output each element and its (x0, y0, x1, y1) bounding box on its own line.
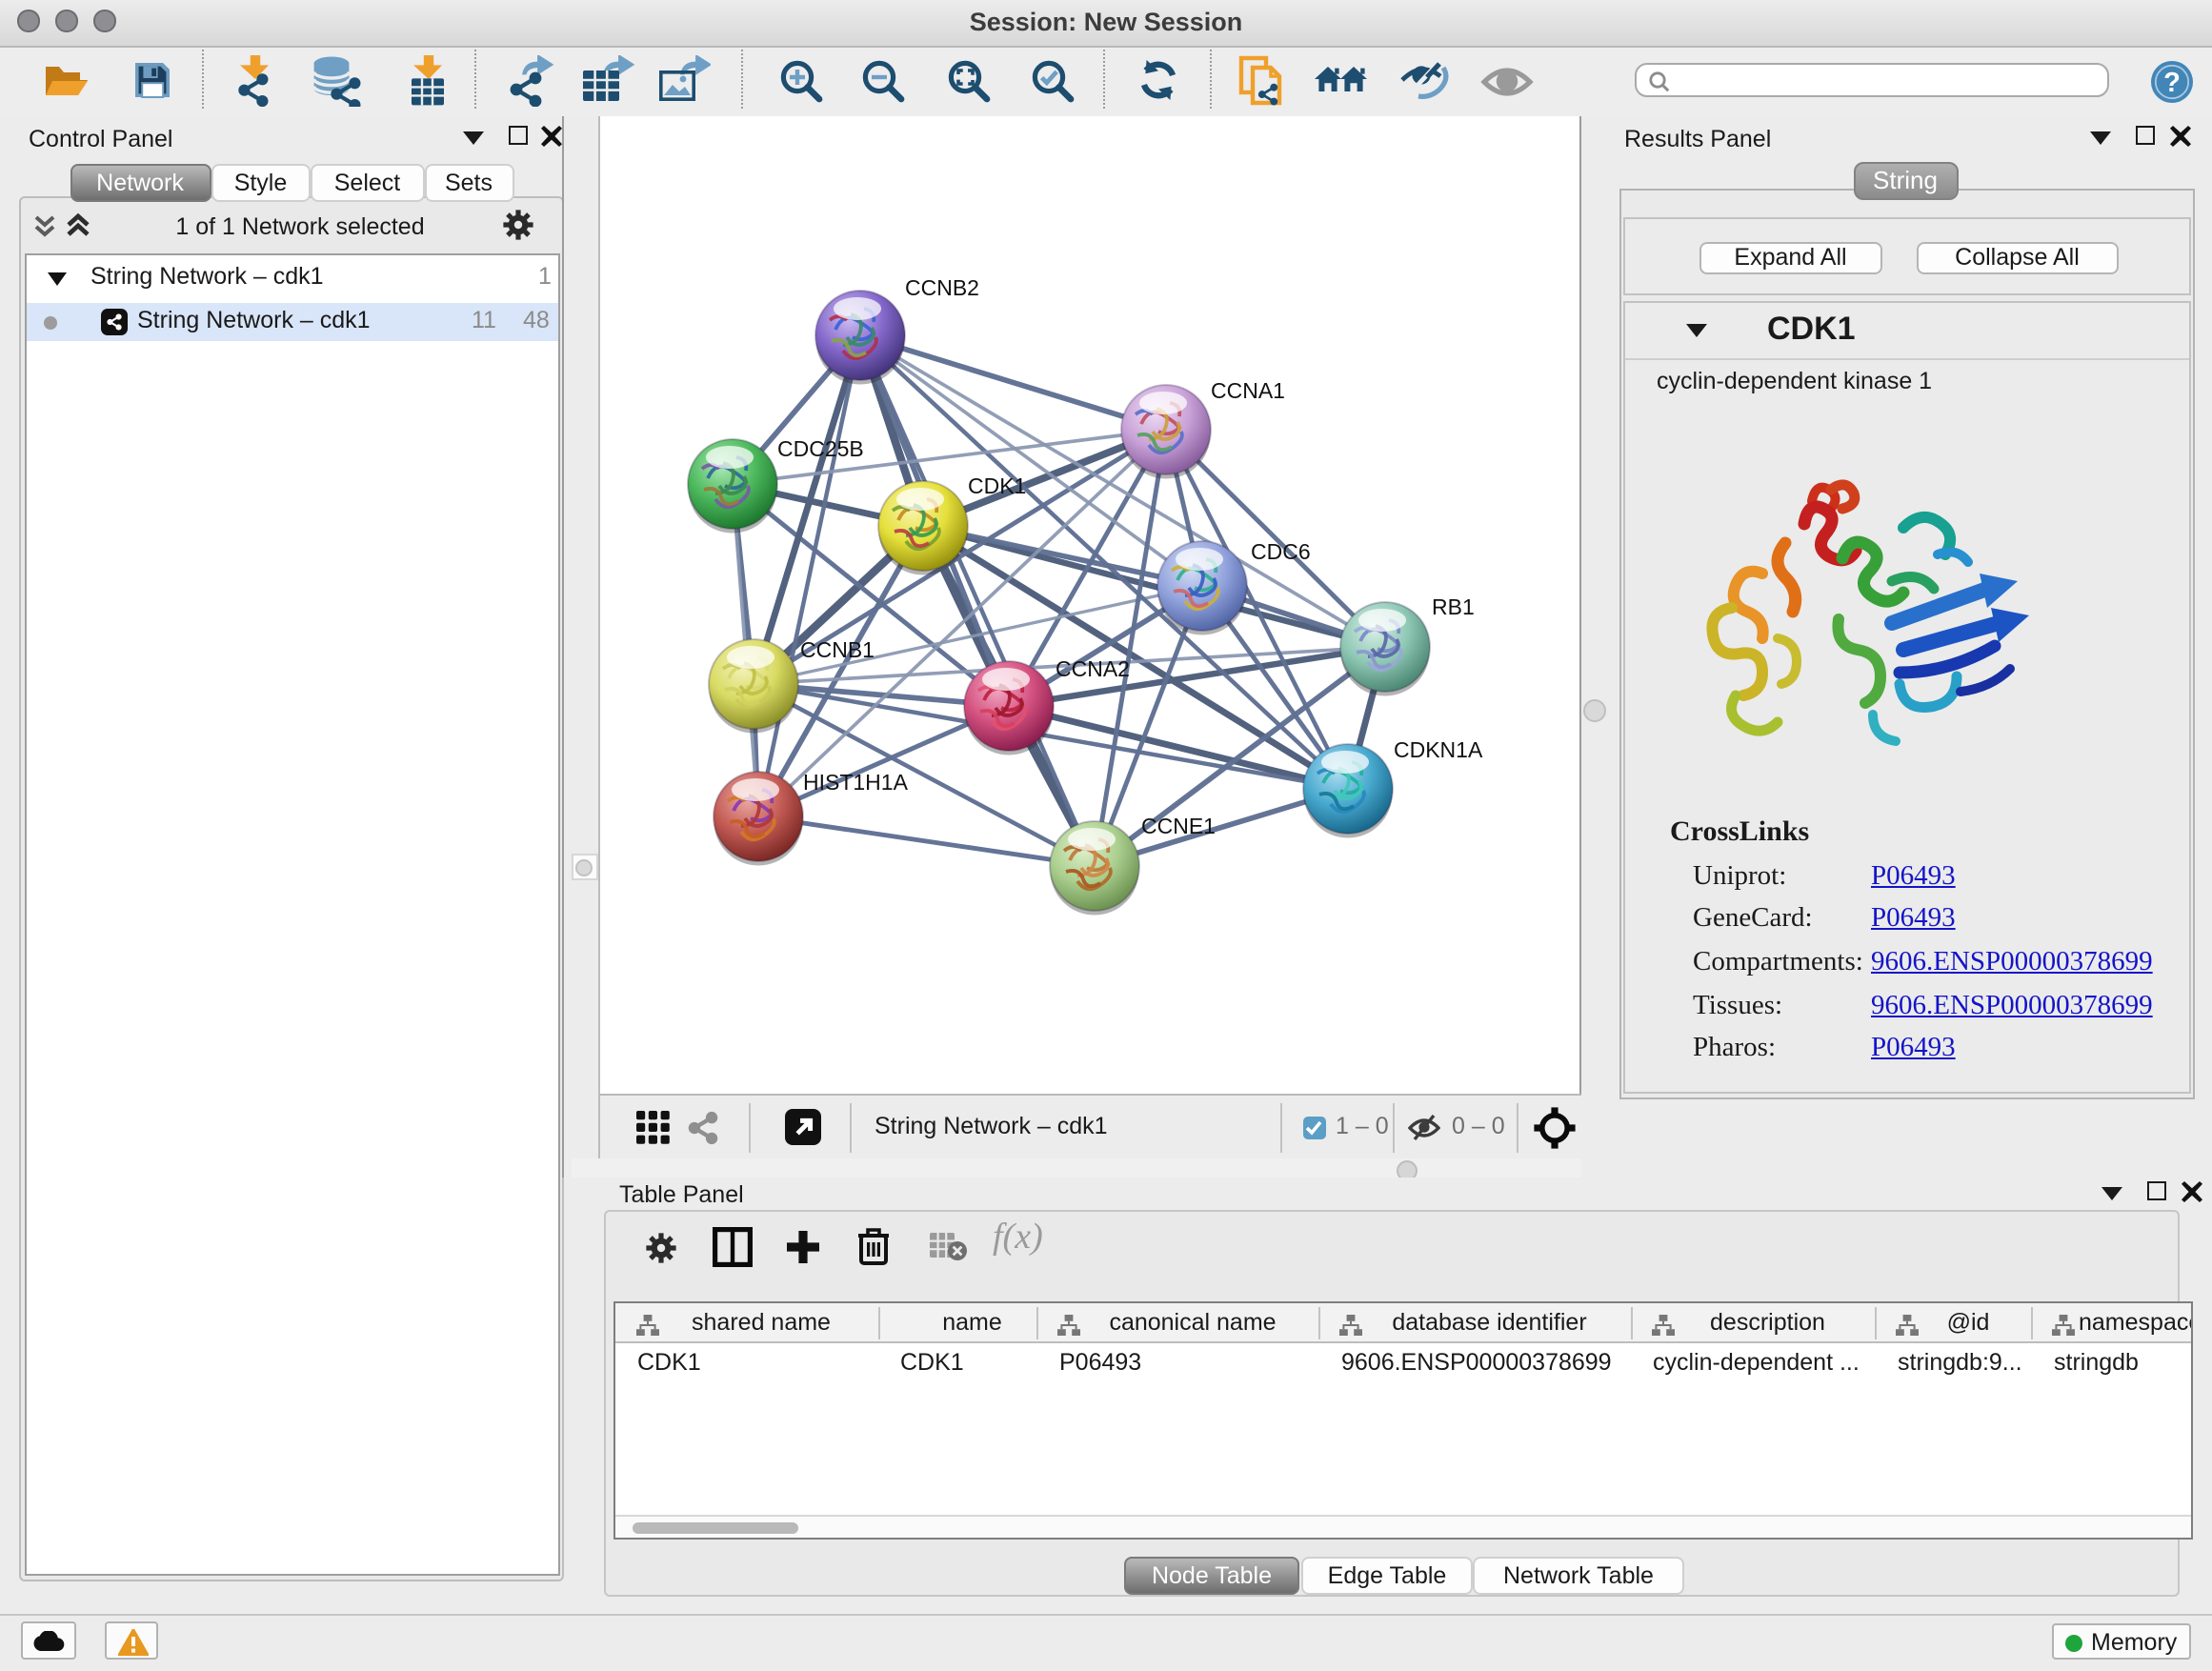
svg-text:CDK1: CDK1 (968, 473, 1026, 498)
svg-text:CDC6: CDC6 (1251, 539, 1311, 564)
svg-text:CCNE1: CCNE1 (1141, 814, 1216, 838)
svg-text:RB1: RB1 (1432, 594, 1475, 619)
svg-text:CCNB1: CCNB1 (800, 637, 875, 662)
svg-text:?: ? (2163, 67, 2181, 97)
svg-text:CCNB2: CCNB2 (905, 275, 979, 300)
svg-text:CDC25B: CDC25B (777, 436, 864, 461)
svg-text:HIST1H1A: HIST1H1A (803, 770, 909, 795)
svg-text:CDKN1A: CDKN1A (1394, 737, 1483, 762)
svg-text:CCNA1: CCNA1 (1211, 378, 1285, 403)
svg-text:CCNA2: CCNA2 (1056, 656, 1130, 681)
